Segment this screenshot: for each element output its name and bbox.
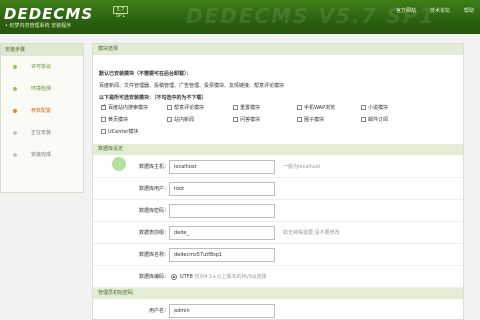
db-password-input[interactable] — [169, 204, 275, 218]
step-dot-icon — [13, 131, 17, 135]
db-user-row: 数据库用户： root — [93, 178, 463, 200]
module-checkbox-ucenter[interactable]: UCenter模块 — [101, 128, 139, 135]
step-dot-icon — [13, 65, 17, 69]
module-checkbox-ask[interactable]: 问答模块 — [233, 116, 260, 123]
optional-modules-heading: 以下是所可选安装模块：（不勾选中的为不下载） — [99, 95, 207, 101]
checkbox-icon[interactable] — [297, 105, 302, 110]
app-header: DEDECMS 5.7 SP1 • 织梦内容管理系统 安装程序 DEDECMS … — [0, 0, 480, 34]
version-badge: 5.7 SP1 — [113, 6, 128, 19]
module-section: 模块选择 默认已安装模块（不需要可在后台卸载）： 百度新闻、文件管理器、投稿管理… — [93, 44, 463, 135]
checkbox-icon[interactable] — [361, 117, 366, 122]
db-prefix-label: 数据表前缀： — [138, 230, 169, 236]
encoding-radio[interactable] — [171, 274, 177, 280]
db-host-row: 数据库主机： localhost 一般为localhost — [93, 156, 463, 178]
db-prefix-input[interactable]: dede_ — [169, 226, 275, 240]
db-name-row: 数据库名称： dedecms57utf8sp1 — [93, 244, 463, 266]
admin-section-title: 管理员初始密码 — [93, 288, 463, 299]
step-dot-icon — [13, 153, 17, 157]
link-forum[interactable]: 技术论坛 — [430, 7, 450, 14]
db-host-label: 数据库主机： — [138, 164, 169, 170]
db-user-label: 数据库用户： — [138, 186, 169, 192]
sidebar-title: 安装步骤 — [1, 44, 83, 56]
db-password-label: 数据库密码： — [138, 208, 169, 214]
db-host-input[interactable]: localhost — [169, 160, 275, 174]
checkbox-icon[interactable] — [101, 129, 106, 134]
module-checkbox-wap[interactable]: 手机WAP浏览 — [297, 104, 335, 111]
db-name-input[interactable]: dedecms57utf8sp1 — [169, 248, 275, 262]
db-encoding-row: 数据库编码： UTF8 仅对4.1+以上版本的MySql选择 — [93, 266, 463, 288]
default-modules-heading: 默认已安装模块（不需要可在后台卸载）： — [99, 71, 192, 77]
step-label: 正在安装 — [31, 130, 52, 136]
install-steps-sidebar: 安装步骤 许可协议 环境检测 参数配置 正在安装 安装完成 — [0, 43, 84, 193]
module-section-title: 模块选择 — [93, 44, 463, 55]
checkbox-icon[interactable] — [233, 117, 238, 122]
checkbox-icon[interactable] — [101, 117, 106, 122]
checkbox-icon[interactable] — [167, 105, 172, 110]
default-modules-list: 百度新闻、文件管理器、投稿管理、广告管理、投票模块、友情链接、帮意评论模块 — [99, 83, 285, 89]
top-links: 官方网站 技术论坛 帮助 — [396, 7, 474, 14]
module-checkbox-comment[interactable]: 帮意评论模块 — [167, 104, 204, 111]
checkbox-icon[interactable] — [297, 117, 302, 122]
checkbox-icon[interactable] — [167, 117, 172, 122]
database-section: 数据库设定 数据库主机： localhost 一般为localhost 数据库用… — [93, 144, 463, 288]
admin-user-label: 用户名： — [148, 308, 169, 314]
module-checkbox-mail[interactable]: 邮件订阅 — [361, 116, 388, 123]
admin-user-input[interactable]: admin — [169, 304, 275, 318]
module-checkbox-reset[interactable]: 重置模块 — [233, 104, 260, 111]
db-prefix-row: 数据表前缀： dede_ 如无特殊需要,请不要修改 — [93, 222, 463, 244]
step-license: 许可协议 — [1, 56, 83, 78]
db-password-row: 数据库密码： — [93, 200, 463, 222]
module-checkbox-baidu-search[interactable]: 百度站内搜索模块 — [101, 103, 148, 111]
checkbox-icon[interactable] — [233, 105, 238, 110]
step-label: 安装完成 — [31, 152, 52, 158]
db-host-hint: 一般为localhost — [283, 164, 321, 170]
step-label: 许可协议 — [31, 64, 52, 70]
checkbox-icon[interactable] — [101, 103, 106, 110]
db-prefix-hint: 如无特殊需要,请不要修改 — [283, 230, 340, 236]
config-panel: 模块选择 默认已安装模块（不需要可在后台卸载）： 百度新闻、文件管理器、投稿管理… — [92, 43, 464, 320]
step-label: 参数配置 — [31, 108, 52, 114]
step-installing: 正在安装 — [1, 122, 83, 144]
step-env-check: 环境检测 — [1, 78, 83, 100]
step-dot-icon — [13, 87, 17, 91]
encoding-option-label: UTF8 仅对4.1+以上版本的MySql选择 — [180, 274, 267, 280]
encoding-hint: 仅对4.1+以上版本的MySql选择 — [194, 274, 267, 280]
db-encoding-label: 数据库编码： — [138, 274, 169, 280]
admin-section: 管理员初始密码 用户名： admin — [93, 288, 463, 318]
database-section-title: 数据库设定 — [93, 144, 463, 155]
checkbox-icon[interactable] — [361, 105, 366, 110]
db-name-label: 数据库名称： — [138, 252, 169, 258]
logo-subtitle: • 织梦内容管理系统 安装程序 — [5, 23, 72, 29]
link-help[interactable]: 帮助 — [464, 7, 474, 14]
step-label: 环境检测 — [31, 86, 52, 92]
link-official-site[interactable]: 官方网站 — [396, 7, 416, 14]
module-checkbox-group[interactable]: 圈子模块 — [297, 116, 324, 123]
module-checkbox-novel[interactable]: 小说模块 — [361, 104, 388, 111]
module-checkbox-site-news[interactable]: 站内新闻 — [167, 116, 194, 123]
dedecms-logo: DEDECMS — [4, 5, 94, 23]
step-dot-icon — [13, 109, 17, 113]
db-user-input[interactable]: root — [169, 182, 275, 196]
admin-user-row: 用户名： admin — [93, 300, 463, 320]
step-config: 参数配置 — [1, 100, 83, 122]
mouse-cursor-highlight — [112, 157, 126, 171]
step-complete: 安装完成 — [1, 144, 83, 166]
module-checkbox-yellowpages[interactable]: 黄页模块 — [101, 116, 128, 123]
